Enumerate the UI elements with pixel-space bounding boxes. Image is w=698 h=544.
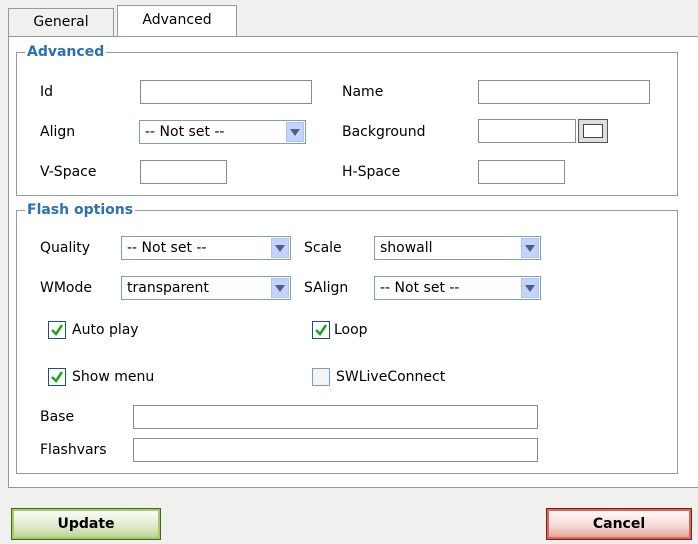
name-input[interactable] (478, 80, 650, 104)
chevron-down-icon[interactable] (271, 278, 289, 298)
tab-general[interactable]: General (8, 8, 114, 36)
swliveconnect-checkbox[interactable] (312, 368, 330, 386)
hspace-input[interactable] (478, 160, 565, 184)
update-button[interactable]: Update (11, 508, 161, 540)
advanced-legend: Advanced (27, 44, 105, 60)
cancel-button[interactable]: Cancel (546, 508, 692, 540)
flash-options-legend: Flash options (27, 202, 134, 218)
hspace-label: H-Space (342, 164, 401, 180)
wmode-select[interactable]: transparent (121, 276, 291, 300)
flash-options-fieldset: Flash options (16, 202, 678, 474)
chevron-down-icon[interactable] (521, 238, 539, 258)
chevron-down-icon[interactable] (521, 278, 539, 298)
flashvars-input[interactable] (133, 438, 538, 462)
showmenu-label: Show menu (72, 369, 155, 385)
showmenu-checkbox[interactable] (48, 368, 66, 386)
salign-value: -- Not set -- (380, 280, 460, 296)
checkmark-icon (51, 324, 64, 336)
vspace-label: V-Space (40, 164, 97, 180)
checkmark-icon (51, 371, 64, 383)
align-label: Align (40, 124, 76, 140)
align-value: -- Not set -- (145, 124, 225, 140)
base-label: Base (40, 409, 75, 425)
autoplay-label: Auto play (72, 322, 139, 338)
tab-advanced[interactable]: Advanced (117, 5, 237, 37)
swliveconnect-label: SWLiveConnect (336, 369, 446, 385)
chevron-down-icon[interactable] (286, 122, 304, 142)
chevron-down-icon[interactable] (271, 238, 289, 258)
background-label: Background (342, 124, 426, 140)
id-input[interactable] (140, 80, 312, 104)
quality-label: Quality (40, 240, 91, 256)
salign-select[interactable]: -- Not set -- (374, 276, 541, 300)
align-select[interactable]: -- Not set -- (139, 120, 306, 144)
tab-bar: General Advanced (0, 0, 698, 37)
scale-select[interactable]: showall (374, 236, 541, 260)
quality-value: -- Not set -- (127, 240, 207, 256)
loop-checkbox[interactable] (312, 321, 330, 339)
vspace-input[interactable] (140, 160, 227, 184)
checkmark-icon (315, 324, 328, 336)
scale-value: showall (380, 240, 433, 256)
color-picker-icon[interactable] (578, 119, 608, 143)
base-input[interactable] (133, 405, 538, 429)
salign-label: SAlign (304, 280, 349, 296)
scale-label: Scale (304, 240, 342, 256)
quality-select[interactable]: -- Not set -- (121, 236, 291, 260)
id-label: Id (40, 84, 54, 100)
loop-label: Loop (334, 322, 368, 338)
wmode-value: transparent (127, 280, 209, 296)
autoplay-checkbox[interactable] (48, 321, 66, 339)
flashvars-label: Flashvars (40, 442, 107, 458)
background-input[interactable] (478, 119, 576, 143)
name-label: Name (342, 84, 384, 100)
wmode-label: WMode (40, 280, 92, 296)
